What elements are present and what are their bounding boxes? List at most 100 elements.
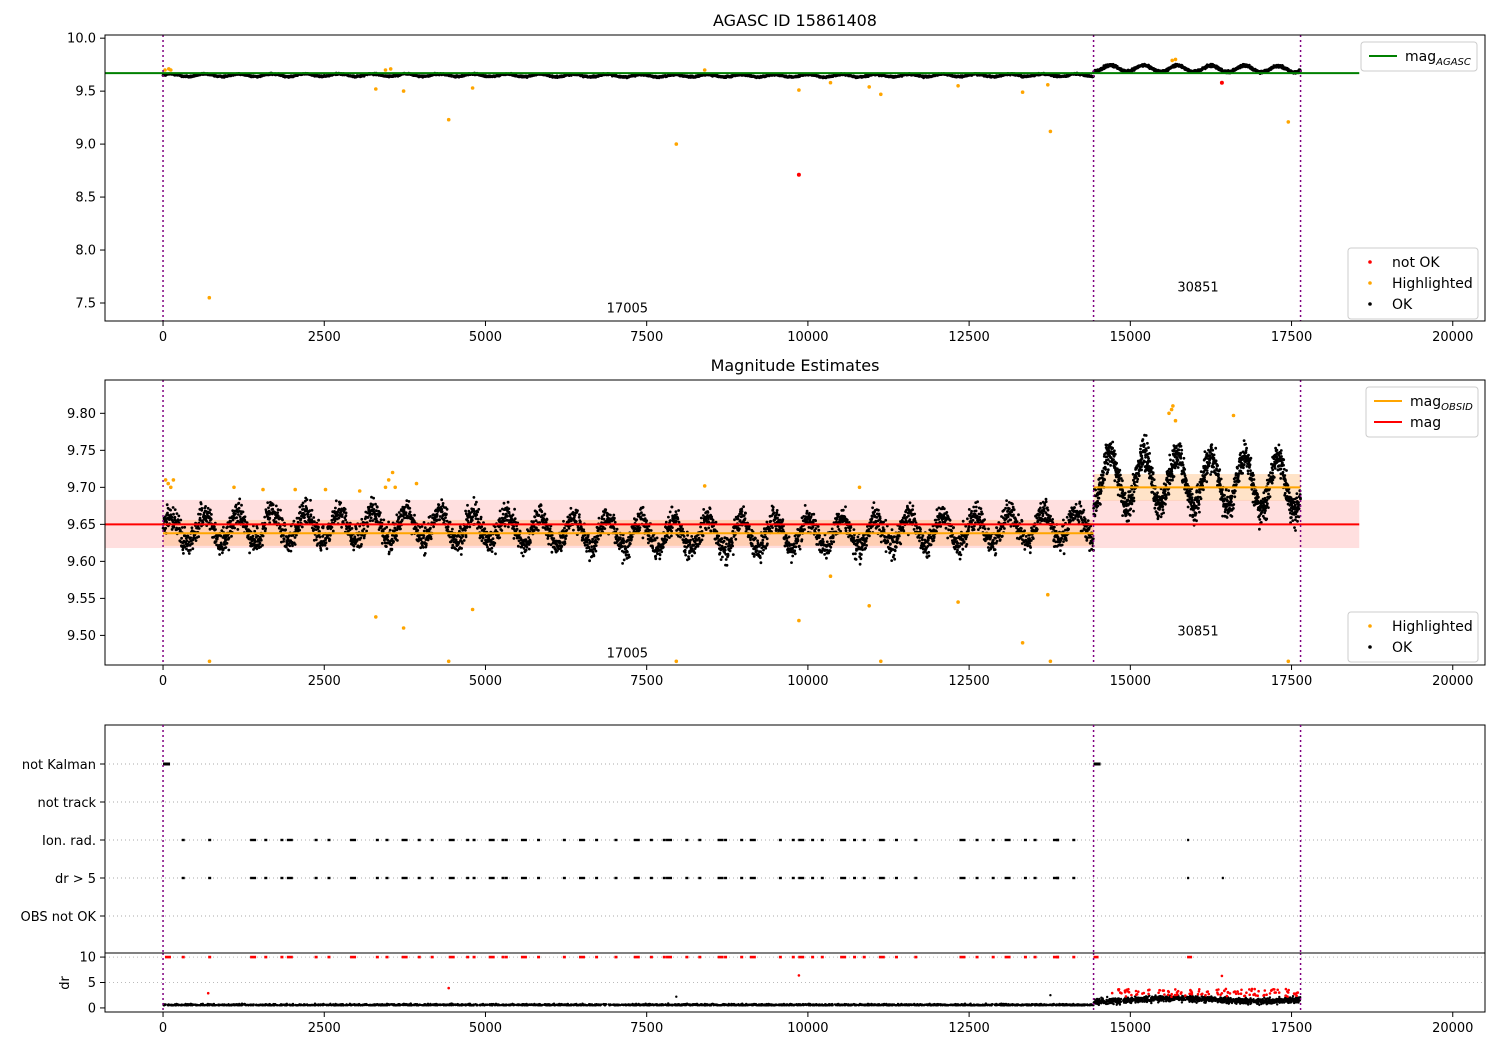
ok-point	[291, 544, 294, 548]
ok-point	[255, 526, 259, 530]
ok-point	[309, 498, 312, 502]
ok-point	[214, 540, 218, 543]
ok-point	[204, 505, 208, 508]
ok-point	[164, 526, 168, 530]
ok-point	[360, 517, 364, 521]
ok-point	[292, 519, 296, 523]
ok-point	[261, 534, 265, 538]
ok-point	[209, 517, 213, 521]
ok-point	[194, 539, 198, 542]
ok-point	[225, 541, 229, 545]
ok-point	[459, 526, 462, 530]
ok-point	[480, 539, 484, 543]
ok-point	[172, 512, 175, 516]
ok-point	[481, 536, 485, 540]
ok-point	[340, 525, 343, 529]
ok-point	[461, 541, 464, 545]
ok-point	[325, 547, 329, 551]
ok-point	[276, 511, 280, 514]
ok-point	[464, 509, 467, 513]
ok-point	[264, 527, 267, 531]
ok-point	[293, 543, 297, 546]
ok-point	[475, 513, 479, 517]
ok-point	[289, 549, 293, 553]
ok-point	[461, 534, 465, 538]
ok-point	[375, 505, 379, 509]
ok-point	[387, 520, 390, 524]
ok-point	[324, 541, 328, 545]
ok-point	[179, 528, 182, 532]
ok-point	[390, 547, 394, 551]
ok-point	[226, 525, 230, 529]
ok-point	[494, 552, 497, 556]
top-chart-title: AGASC ID 15861408	[713, 11, 877, 30]
ok-point	[493, 525, 497, 529]
ok-point	[187, 552, 191, 555]
ok-point	[189, 548, 192, 552]
ok-point	[177, 514, 181, 518]
x-tick-label: 2500	[308, 330, 341, 345]
ok-point	[422, 529, 426, 533]
y-tick-label: 9.5	[75, 85, 96, 100]
ok-point	[490, 550, 494, 553]
ok-point	[360, 543, 363, 546]
ok-point	[306, 512, 310, 516]
ok-point	[413, 513, 416, 517]
ok-point	[448, 520, 452, 524]
ok-point	[238, 497, 242, 501]
highlighted-point	[1286, 120, 1291, 124]
ok-point	[234, 512, 237, 516]
ok-point	[369, 516, 373, 520]
ok-point	[507, 507, 511, 511]
ok-point	[183, 525, 187, 529]
highlighted-point	[383, 68, 388, 72]
highlighted-point	[1173, 57, 1178, 62]
ok-point	[243, 515, 247, 519]
obsid-annotation: 17005	[607, 302, 648, 317]
y-tick-label: 8.5	[75, 191, 96, 206]
ok-point	[165, 520, 169, 524]
ok-point	[407, 500, 411, 503]
ok-point	[421, 546, 425, 549]
ok-point	[465, 525, 469, 529]
ok-point	[344, 511, 348, 515]
ok-point	[171, 506, 175, 509]
highlighted-point	[702, 68, 707, 72]
ok-point	[386, 535, 390, 538]
ok-point	[446, 528, 449, 531]
ok-point	[404, 511, 408, 514]
ok-point	[259, 538, 263, 542]
ok-point	[240, 503, 243, 507]
ok-point	[227, 536, 231, 540]
ok-point	[330, 525, 334, 529]
ok-point	[300, 525, 304, 529]
y-tick-label: 8.0	[75, 244, 96, 259]
ok-point	[362, 527, 366, 531]
ok-point	[224, 546, 228, 549]
ok-point	[423, 552, 427, 555]
ok-point	[444, 516, 447, 519]
ok-point	[274, 520, 278, 524]
highlighted-point	[169, 68, 173, 72]
ok-point	[498, 517, 502, 521]
highlighted-point	[446, 117, 451, 122]
highlighted-point	[401, 89, 406, 93]
ok-point	[424, 542, 428, 546]
ok-point	[505, 514, 509, 518]
ok-point	[238, 515, 242, 518]
agasc-magnitude-plot: 17005308510 2500 5000 7500 10000 12500 15000 17…	[67, 32, 1486, 345]
ok-point	[213, 525, 216, 529]
ok-point	[282, 540, 285, 543]
ok-point	[235, 516, 239, 519]
ok-point	[354, 527, 358, 531]
ok-point	[350, 527, 354, 530]
ok-point	[464, 535, 468, 539]
ok-point	[237, 501, 241, 505]
ok-point	[334, 499, 338, 503]
ok-point	[419, 546, 423, 550]
not-ok-point	[796, 172, 801, 177]
highlighted-point	[674, 142, 679, 146]
legend-label: OK	[1392, 297, 1413, 313]
ok-point	[220, 542, 223, 546]
ok-point	[359, 536, 363, 540]
